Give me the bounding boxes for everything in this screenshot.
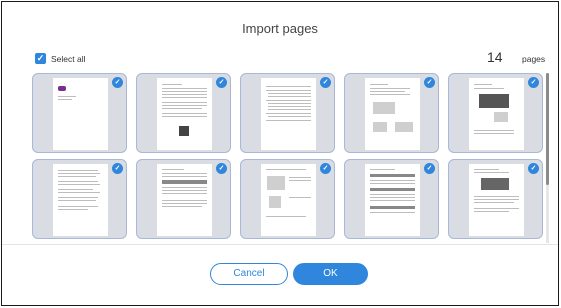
page-preview (53, 78, 108, 150)
page-thumbnail-3[interactable]: ✓ (240, 73, 335, 153)
checkmark-icon[interactable]: ✓ (112, 77, 123, 88)
page-preview (157, 164, 212, 236)
thumbnail-grid: ✓ ✓ ✓ ✓ ✓ ✓ ✓ ✓ ✓ ✓ (32, 73, 544, 241)
ok-button[interactable]: OK (293, 263, 368, 285)
page-thumbnail-7[interactable]: ✓ (136, 159, 231, 239)
page-preview (261, 164, 316, 236)
page-thumbnail-2[interactable]: ✓ (136, 73, 231, 153)
checkmark-icon[interactable]: ✓ (320, 77, 331, 88)
page-thumbnail-1[interactable]: ✓ (32, 73, 127, 153)
scrollbar-thumb[interactable] (546, 73, 549, 185)
checkmark-icon[interactable]: ✓ (320, 163, 331, 174)
page-preview (469, 164, 524, 236)
page-preview (261, 78, 316, 150)
dialog-title: Import pages (242, 21, 318, 36)
page-preview (157, 78, 212, 150)
import-pages-dialog: Import pages ✓ Select all 14 pages ✓ ✓ ✓… (1, 1, 559, 306)
scrollbar-track[interactable] (546, 73, 549, 243)
cancel-button[interactable]: Cancel (210, 263, 288, 285)
checkmark-icon[interactable]: ✓ (528, 77, 539, 88)
select-all-row[interactable]: ✓ Select all (35, 53, 86, 64)
checkmark-icon[interactable]: ✓ (528, 163, 539, 174)
checkmark-icon[interactable]: ✓ (424, 77, 435, 88)
page-thumbnail-10[interactable]: ✓ (448, 159, 543, 239)
page-thumbnail-9[interactable]: ✓ (344, 159, 439, 239)
checkmark-icon[interactable]: ✓ (424, 163, 435, 174)
checkmark-icon[interactable]: ✓ (112, 163, 123, 174)
pages-label: pages (522, 54, 546, 64)
checkmark-icon[interactable]: ✓ (216, 163, 227, 174)
page-preview (365, 164, 420, 236)
page-preview (469, 78, 524, 150)
page-count: 14 (487, 49, 503, 65)
footer-divider (2, 244, 558, 245)
page-thumbnail-6[interactable]: ✓ (32, 159, 127, 239)
page-thumbnail-8[interactable]: ✓ (240, 159, 335, 239)
page-preview (53, 164, 108, 236)
page-thumbnail-5[interactable]: ✓ (448, 73, 543, 153)
page-preview (365, 78, 420, 150)
checkmark-icon[interactable]: ✓ (216, 77, 227, 88)
select-all-label[interactable]: Select all (51, 54, 86, 64)
page-thumbnail-4[interactable]: ✓ (344, 73, 439, 153)
select-all-checkbox[interactable]: ✓ (35, 53, 46, 64)
